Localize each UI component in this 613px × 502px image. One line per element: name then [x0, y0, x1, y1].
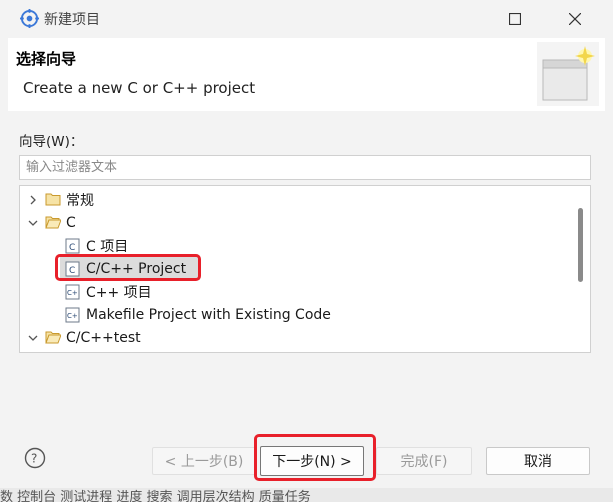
- svg-text:C+: C+: [67, 289, 78, 297]
- close-button[interactable]: [560, 0, 590, 38]
- maximize-button[interactable]: [500, 0, 530, 38]
- background-ide-text: 数 控制台 测试进程 进度 搜索 调用层次结构 质量任务: [0, 490, 311, 502]
- wizard-description: Create a new C or C++ project: [23, 79, 256, 97]
- maximize-icon: [509, 13, 521, 25]
- c-project-icon: C: [65, 238, 80, 254]
- wizard-title: 选择向导: [16, 50, 77, 68]
- cpp-project-icon: C+: [65, 307, 80, 323]
- wizard-label: 向导(W)：: [19, 134, 84, 150]
- cpp-project-icon: C+: [65, 284, 80, 300]
- tree-item-label: C 项目: [86, 238, 129, 255]
- new-wizard-banner-icon: [537, 42, 599, 106]
- chevron-right-icon[interactable]: [28, 195, 38, 205]
- cancel-button[interactable]: 取消: [486, 447, 590, 475]
- chevron-down-icon[interactable]: [28, 218, 38, 228]
- tree-item-label: C++ 项目: [86, 284, 152, 301]
- chevron-down-icon[interactable]: [28, 333, 38, 343]
- folder-open-icon: [45, 331, 61, 344]
- eclipse-app-icon: [20, 9, 39, 28]
- wizard-header: 选择向导 Create a new C or C++ project: [8, 38, 605, 111]
- tree-scrollbar-thumb[interactable]: [578, 208, 583, 282]
- tree-item-cpptest[interactable]: C/C++test: [20, 326, 570, 349]
- tree-item-cplusplus-project[interactable]: C+ C++ 项目: [20, 280, 570, 303]
- next-button-highlight-box: [254, 434, 376, 481]
- svg-text:?: ?: [31, 452, 37, 466]
- title-bar: 新建项目: [0, 0, 613, 38]
- background-ide-tabs: 数 控制台 测试进程 进度 搜索 调用层次结构 质量任务: [0, 488, 613, 502]
- svg-text:C: C: [69, 243, 75, 253]
- tree-item-label: C/C++test: [66, 329, 141, 346]
- close-icon: [569, 13, 581, 25]
- finish-button[interactable]: 完成(F): [376, 447, 472, 475]
- svg-text:C+: C+: [67, 312, 78, 320]
- tree-item-c[interactable]: C: [20, 211, 570, 234]
- selected-item-highlight-box: [55, 254, 201, 281]
- filter-input[interactable]: [19, 155, 591, 180]
- tree-item-label: C: [66, 214, 76, 231]
- tree-item-makefile-project[interactable]: C+ Makefile Project with Existing Code: [20, 303, 570, 326]
- back-button[interactable]: < 上一步(B): [152, 447, 256, 475]
- tree-item-label: Makefile Project with Existing Code: [86, 306, 331, 323]
- tree-item-label: 常规: [66, 192, 94, 209]
- folder-icon: [45, 193, 61, 206]
- folder-open-icon: [45, 216, 61, 229]
- window-title: 新建项目: [44, 12, 100, 28]
- help-icon[interactable]: ?: [24, 447, 46, 469]
- tree-item-general[interactable]: 常规: [20, 188, 570, 211]
